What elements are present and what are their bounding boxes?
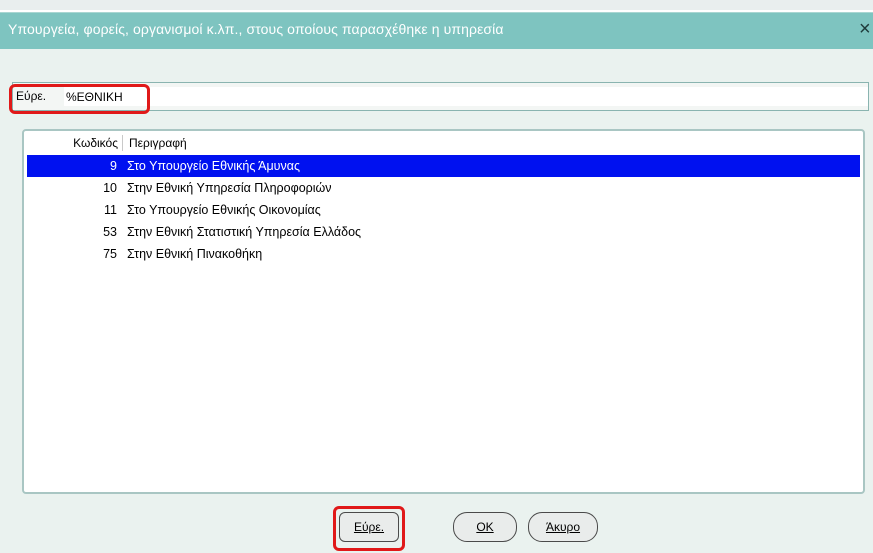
list-item-code: 9 (110, 159, 117, 173)
top-strip (0, 0, 873, 10)
cancel-button[interactable]: Άκυρο (528, 512, 598, 542)
list-item-description: Στην Εθνική Στατιστική Υπηρεσία Ελλάδος (127, 225, 362, 239)
column-header-description[interactable]: Περιγραφή (123, 135, 187, 151)
window-title: Υπουργεία, φορείς, οργανισμοί κ.λπ., στο… (8, 21, 504, 37)
list-item[interactable]: 10 Στην Εθνική Υπηρεσία Πληροφοριών (27, 177, 860, 199)
results-list: Κωδικός Περιγραφή 9 Στο Υπουργείο Εθνικής… (22, 129, 865, 494)
list-header: Κωδικός Περιγραφή (27, 134, 860, 152)
close-icon[interactable]: × (859, 17, 873, 41)
column-header-code[interactable]: Κωδικός (27, 135, 123, 151)
list-item-description: Στην Εθνική Υπηρεσία Πληροφοριών (127, 181, 332, 195)
list-item[interactable]: 53 Στην Εθνική Στατιστική Υπηρεσία Ελλάδο… (27, 221, 860, 243)
find-input[interactable] (64, 87, 868, 106)
find-bar: Εύρε. (12, 82, 869, 111)
list-item-code: 11 (104, 203, 117, 217)
list-item-code: 53 (103, 225, 117, 239)
list-rows: 9 Στο Υπουργείο Εθνικής Άμυνας 10 Στην Εθνι… (27, 155, 860, 265)
ok-button[interactable]: OK (453, 512, 517, 542)
title-bar: Υπουργεία, φορείς, οργανισμοί κ.λπ., στο… (0, 12, 873, 50)
list-item[interactable]: 9 Στο Υπουργείο Εθνικής Άμυνας (27, 155, 860, 177)
list-item-code: 10 (103, 181, 117, 195)
list-item-description: Στην Εθνική Πινακοθήκη (127, 247, 263, 261)
list-item-code: 75 (103, 247, 117, 261)
find-button[interactable]: Εύρε. (339, 512, 399, 542)
find-label: Εύρε. (16, 89, 47, 103)
list-item[interactable]: 11 Στο Υπουργείο Εθνικής Οικονομίας (27, 199, 860, 221)
list-item[interactable]: 75 Στην Εθνική Πινακοθήκη (27, 243, 860, 265)
list-item-description: Στο Υπουργείο Εθνικής Οικονομίας (127, 203, 321, 217)
list-item-description: Στο Υπουργείο Εθνικής Άμυνας (127, 159, 301, 173)
